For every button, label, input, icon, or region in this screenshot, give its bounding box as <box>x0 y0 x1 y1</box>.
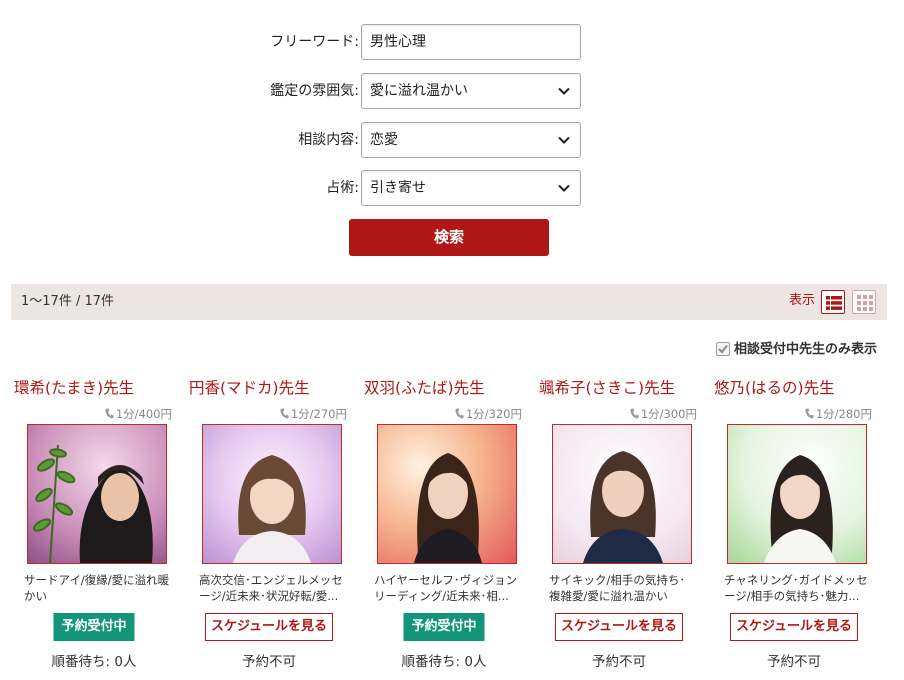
freeword-input[interactable]: 男性心理 <box>361 24 581 60</box>
teller-price: 1分/270円 <box>280 406 347 422</box>
grid-icon <box>857 295 873 311</box>
method-label: 占術: <box>326 180 359 196</box>
phone-icon <box>105 408 114 419</box>
chevron-down-icon <box>558 87 570 95</box>
display-label: 表示 <box>788 293 815 308</box>
teller-tags: チャネリング･ガイドメッセージ/相手の気持ち･魅力... <box>724 573 868 603</box>
schedule-button[interactable]: スケジュールを見る <box>204 613 334 641</box>
freeword-label: フリーワード: <box>270 34 359 50</box>
teller-card[interactable]: 颯希子(さきこ)先生 1分/300円 サイキック/相手の気持ち･複雑愛/愛に溢れ… <box>537 376 701 676</box>
filter-label: 相談受付中先生のみ表示 <box>733 342 877 357</box>
reservation-open-button[interactable]: 予約受付中 <box>53 613 135 641</box>
method-selected-value: 引き寄せ <box>370 180 426 196</box>
teller-price: 1分/400円 <box>105 406 172 422</box>
teller-price: 1分/320円 <box>455 406 522 422</box>
teller-photo[interactable] <box>377 424 517 564</box>
topic-select[interactable]: 恋愛 <box>361 122 581 158</box>
teller-tags: サードアイ/復縁/愛に溢れ暖かい <box>24 573 170 603</box>
teller-card[interactable]: 環希(たまき)先生 1分/400円 サードアイ/復縁/愛に溢れ暖かい 予約受付中… <box>12 376 176 676</box>
phone-icon <box>455 408 464 419</box>
reservation-open-button[interactable]: 予約受付中 <box>403 613 485 641</box>
teller-tags: ハイヤーセルフ･ヴィジョンリーディング/近未来･相... <box>374 573 518 603</box>
phone-icon <box>280 408 289 419</box>
queue-status: 予約不可 <box>242 654 296 670</box>
teller-name[interactable]: 円香(マドカ)先生 <box>189 376 310 398</box>
schedule-button[interactable]: スケジュールを見る <box>729 613 859 641</box>
queue-status: 順番待ち: 0人 <box>51 654 137 670</box>
filter-checkbox[interactable] <box>715 342 730 356</box>
check-icon <box>718 344 728 354</box>
results-bar: 1〜17件 / 17件 表示 <box>11 284 887 320</box>
list-view-button[interactable] <box>821 290 845 314</box>
results-count: 1〜17件 / 17件 <box>21 294 114 309</box>
chevron-down-icon <box>558 136 570 144</box>
available-only-filter[interactable]: 相談受付中先生のみ表示 <box>715 338 877 357</box>
queue-status: 順番待ち: 0人 <box>401 654 487 670</box>
teller-card[interactable]: 双羽(ふたば)先生 1分/320円 ハイヤーセルフ･ヴィジョンリーディング/近未… <box>362 376 526 676</box>
teller-card[interactable]: 悠乃(はるの)先生 1分/280円 チャネリング･ガイドメッセージ/相手の気持ち… <box>712 376 876 676</box>
phone-icon <box>805 408 814 419</box>
topic-label: 相談内容: <box>298 132 359 148</box>
teller-photo[interactable] <box>727 424 867 564</box>
teller-photo[interactable] <box>552 424 692 564</box>
teller-photo[interactable] <box>27 424 167 564</box>
teller-photo[interactable] <box>202 424 342 564</box>
schedule-button[interactable]: スケジュールを見る <box>554 613 684 641</box>
atmosphere-row: 鑑定の雰囲気: 愛に溢れ温かい <box>0 73 904 109</box>
method-row: 占術: 引き寄せ <box>0 170 904 206</box>
teller-name[interactable]: 悠乃(はるの)先生 <box>714 376 835 398</box>
teller-name[interactable]: 颯希子(さきこ)先生 <box>539 376 675 398</box>
teller-tags: 高次交信･エンジェルメッセージ/近未来･状況好転/愛... <box>199 573 343 603</box>
atmosphere-selected-value: 愛に溢れ温かい <box>370 83 468 99</box>
method-select[interactable]: 引き寄せ <box>361 170 581 206</box>
search-button[interactable]: 検索 <box>349 219 549 256</box>
queue-status: 予約不可 <box>592 654 646 670</box>
topic-row: 相談内容: 恋愛 <box>0 122 904 158</box>
teller-card[interactable]: 円香(マドカ)先生 1分/270円 高次交信･エンジェルメッセージ/近未来･状況… <box>187 376 351 676</box>
teller-price: 1分/300円 <box>630 406 697 422</box>
topic-selected-value: 恋愛 <box>370 132 398 148</box>
grid-view-button[interactable] <box>852 290 876 314</box>
atmosphere-label: 鑑定の雰囲気: <box>270 83 359 99</box>
teller-tags: サイキック/相手の気持ち･複雑愛/愛に溢れ温かい <box>549 573 686 603</box>
phone-icon <box>630 408 639 419</box>
teller-name[interactable]: 環希(たまき)先生 <box>14 376 134 398</box>
atmosphere-select[interactable]: 愛に溢れ温かい <box>361 73 581 109</box>
queue-status: 予約不可 <box>767 654 821 670</box>
chevron-down-icon <box>558 184 570 192</box>
freeword-row: フリーワード: 男性心理 <box>0 24 904 60</box>
teller-price: 1分/280円 <box>805 406 872 422</box>
teller-name[interactable]: 双羽(ふたば)先生 <box>364 376 485 398</box>
list-icon <box>826 296 842 310</box>
